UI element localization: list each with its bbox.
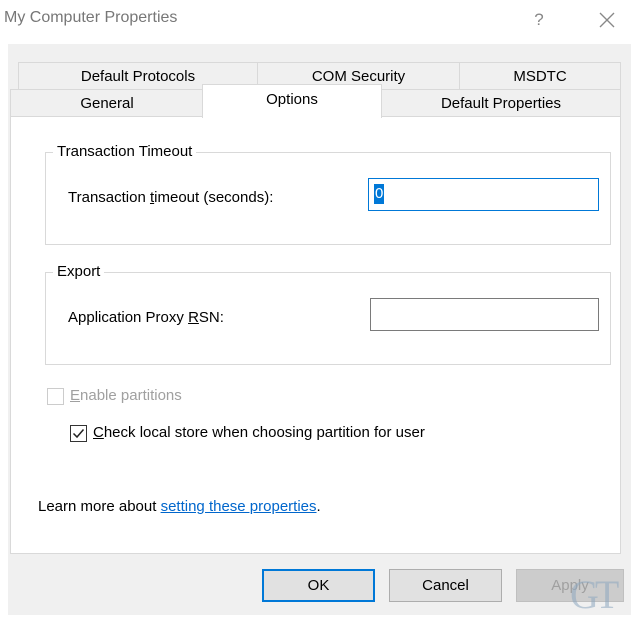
application-proxy-rsn-label: Application Proxy RSN: — [68, 309, 224, 326]
tab-label: Default Protocols — [80, 68, 196, 85]
tab-label: Options — [266, 91, 318, 108]
tab-default-properties[interactable]: Default Properties — [381, 89, 621, 117]
transaction-timeout-input[interactable]: 0 — [368, 178, 599, 211]
ok-button[interactable]: OK — [262, 569, 375, 602]
transaction-timeout-label: Transaction timeout (seconds): — [68, 189, 274, 206]
tab-label: MSDTC — [513, 68, 567, 85]
group-legend: Transaction Timeout — [53, 143, 197, 161]
cancel-button[interactable]: Cancel — [389, 569, 502, 602]
apply-button[interactable]: Apply — [516, 569, 624, 602]
tab-label: Default Properties — [440, 95, 562, 112]
close-button[interactable] — [592, 6, 622, 34]
tab-label: General — [80, 95, 134, 112]
enable-partitions-checkbox[interactable] — [47, 388, 64, 405]
tab-general[interactable]: General — [10, 89, 204, 117]
learn-more-text: Learn more about setting these propertie… — [38, 498, 321, 515]
options-tab-panel: Transaction Timeout Transaction timeout … — [10, 116, 621, 554]
enable-partitions-label: Enable partitions — [70, 387, 182, 404]
check-local-store-checkbox[interactable] — [70, 425, 87, 442]
application-proxy-rsn-input[interactable] — [370, 298, 599, 331]
tab-label: COM Security — [311, 68, 406, 85]
tab-msdtc[interactable]: MSDTC — [459, 62, 621, 90]
window-title: My Computer Properties — [4, 9, 178, 26]
close-icon — [599, 12, 615, 28]
check-local-store-label: Check local store when choosing partitio… — [93, 424, 425, 441]
tab-options[interactable]: Options — [202, 84, 382, 118]
setting-these-properties-link[interactable]: setting these properties — [161, 498, 317, 515]
checkmark-icon — [72, 429, 85, 439]
group-legend: Export — [53, 263, 105, 281]
transaction-timeout-value: 0 — [374, 184, 385, 204]
help-button[interactable]: ? — [527, 8, 551, 32]
title-bar: My Computer Properties ? — [0, 0, 631, 44]
